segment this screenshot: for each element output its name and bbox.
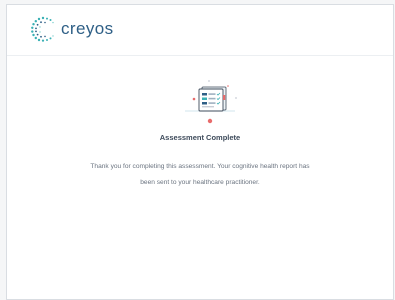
creyos-dots-logo-icon [31, 16, 54, 42]
page-title: Assessment Complete [159, 133, 241, 142]
brand-logo[interactable]: creyos [29, 15, 113, 43]
message-line-2: been sent to your healthcare practitione… [140, 179, 260, 186]
main-content: Assessment Complete Thank you for comple… [7, 56, 393, 299]
app-window: creyos Assessment Complete Thank you for… [6, 4, 394, 300]
message-line-1: Thank you for completing this assessment… [90, 163, 310, 170]
logo-text: creyos [61, 19, 114, 38]
clipboard-checklist-icon [185, 80, 237, 124]
completion-message: Thank you for completing this assessment… [37, 159, 363, 191]
header: creyos [7, 5, 393, 56]
